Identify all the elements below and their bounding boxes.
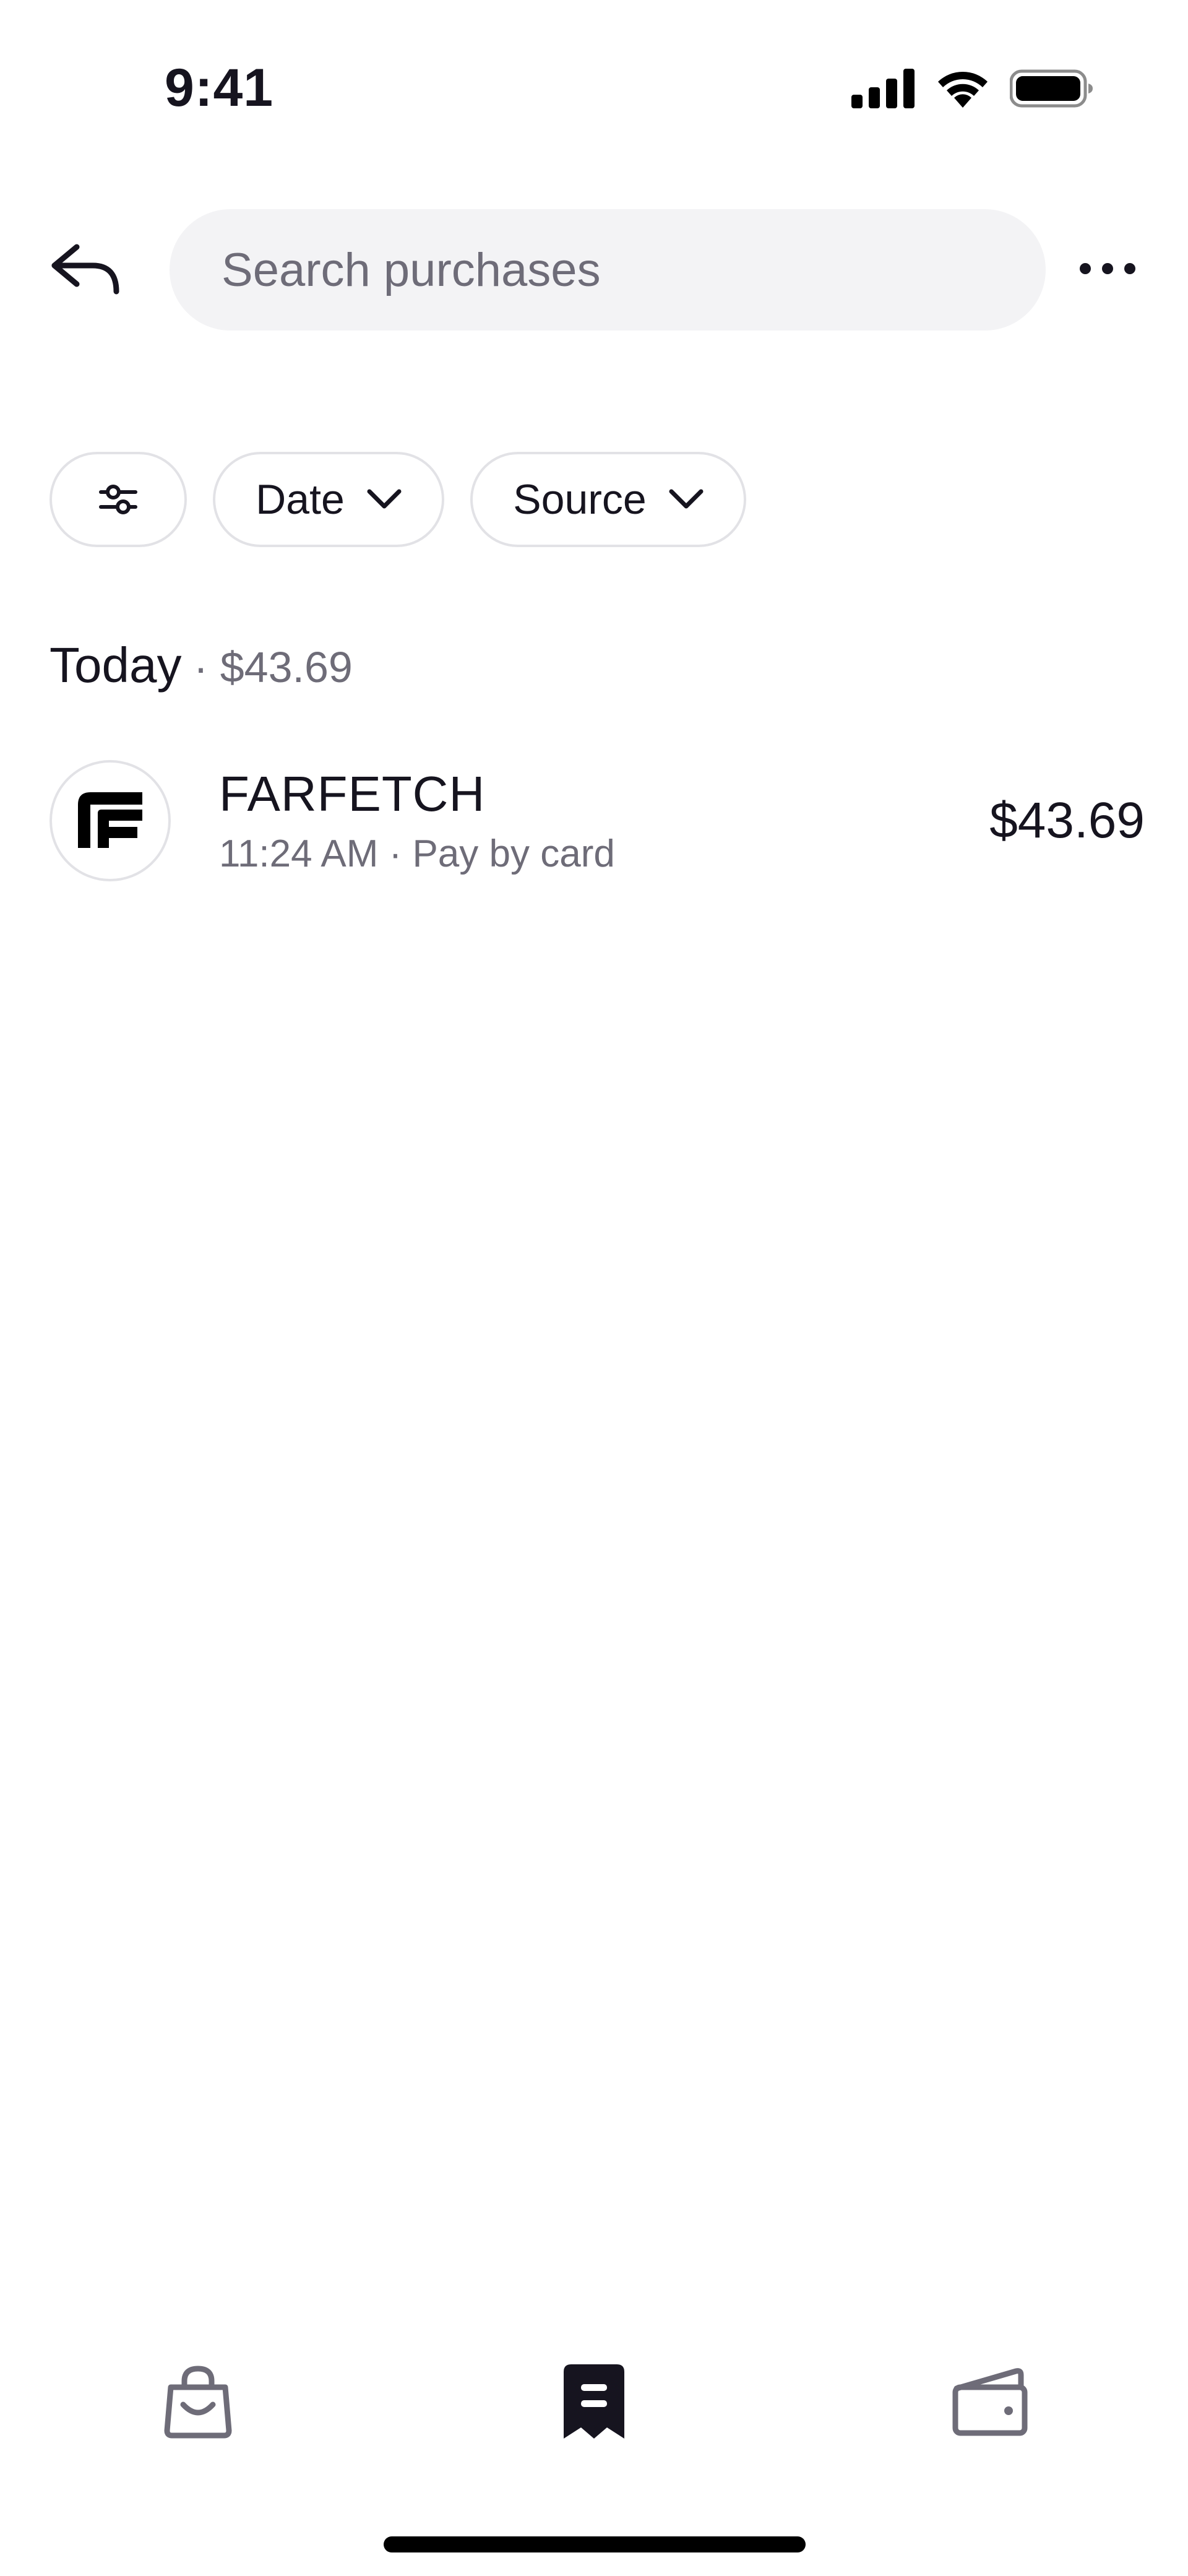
back-button[interactable] <box>50 238 124 300</box>
date-filter-label: Date <box>256 476 345 523</box>
more-options-button[interactable] <box>1079 254 1136 283</box>
status-icons <box>851 68 1094 109</box>
merchant-name: FARFETCH <box>219 766 486 821</box>
cellular-signal-icon <box>851 69 915 108</box>
receipt-icon <box>564 2364 624 2439</box>
reply-back-arrow-icon <box>51 244 119 295</box>
section-total: $43.69 <box>220 643 353 691</box>
purchase-amount: $43.69 <box>989 792 1145 849</box>
date-filter-dropdown[interactable]: Date <box>213 452 444 547</box>
section-separator: · <box>181 643 220 691</box>
status-time: 9:41 <box>165 58 274 118</box>
purchase-row[interactable]: FARFETCH 11:24 AM · Pay by card $43.69 <box>50 760 1145 881</box>
chevron-down-icon <box>367 489 402 509</box>
more-horizontal-icon <box>1080 263 1135 274</box>
home-indicator <box>384 2536 806 2552</box>
section-header-today: Today · $43.69 <box>50 638 353 695</box>
battery-icon <box>1010 69 1093 108</box>
chevron-down-icon <box>669 489 704 509</box>
source-filter-label: Source <box>513 476 647 523</box>
filter-settings-button[interactable] <box>50 452 187 547</box>
nav-wallet-tab[interactable] <box>940 2352 1040 2451</box>
wifi-icon <box>938 72 988 108</box>
sliders-icon <box>99 485 137 514</box>
bottom-navigation <box>0 2352 1188 2463</box>
search-input[interactable] <box>220 242 1046 298</box>
source-filter-dropdown[interactable]: Source <box>470 452 746 547</box>
search-box[interactable] <box>170 209 1046 331</box>
shopping-bag-icon <box>164 2366 232 2439</box>
farfetch-logo <box>50 760 171 881</box>
section-title: Today <box>50 638 182 693</box>
nav-shop-tab[interactable] <box>148 2352 248 2451</box>
filter-bar: Date Source <box>50 452 746 547</box>
nav-purchases-tab[interactable] <box>544 2352 644 2451</box>
wallet-icon <box>952 2368 1028 2436</box>
purchase-meta: 11:24 AM · Pay by card <box>219 832 615 875</box>
